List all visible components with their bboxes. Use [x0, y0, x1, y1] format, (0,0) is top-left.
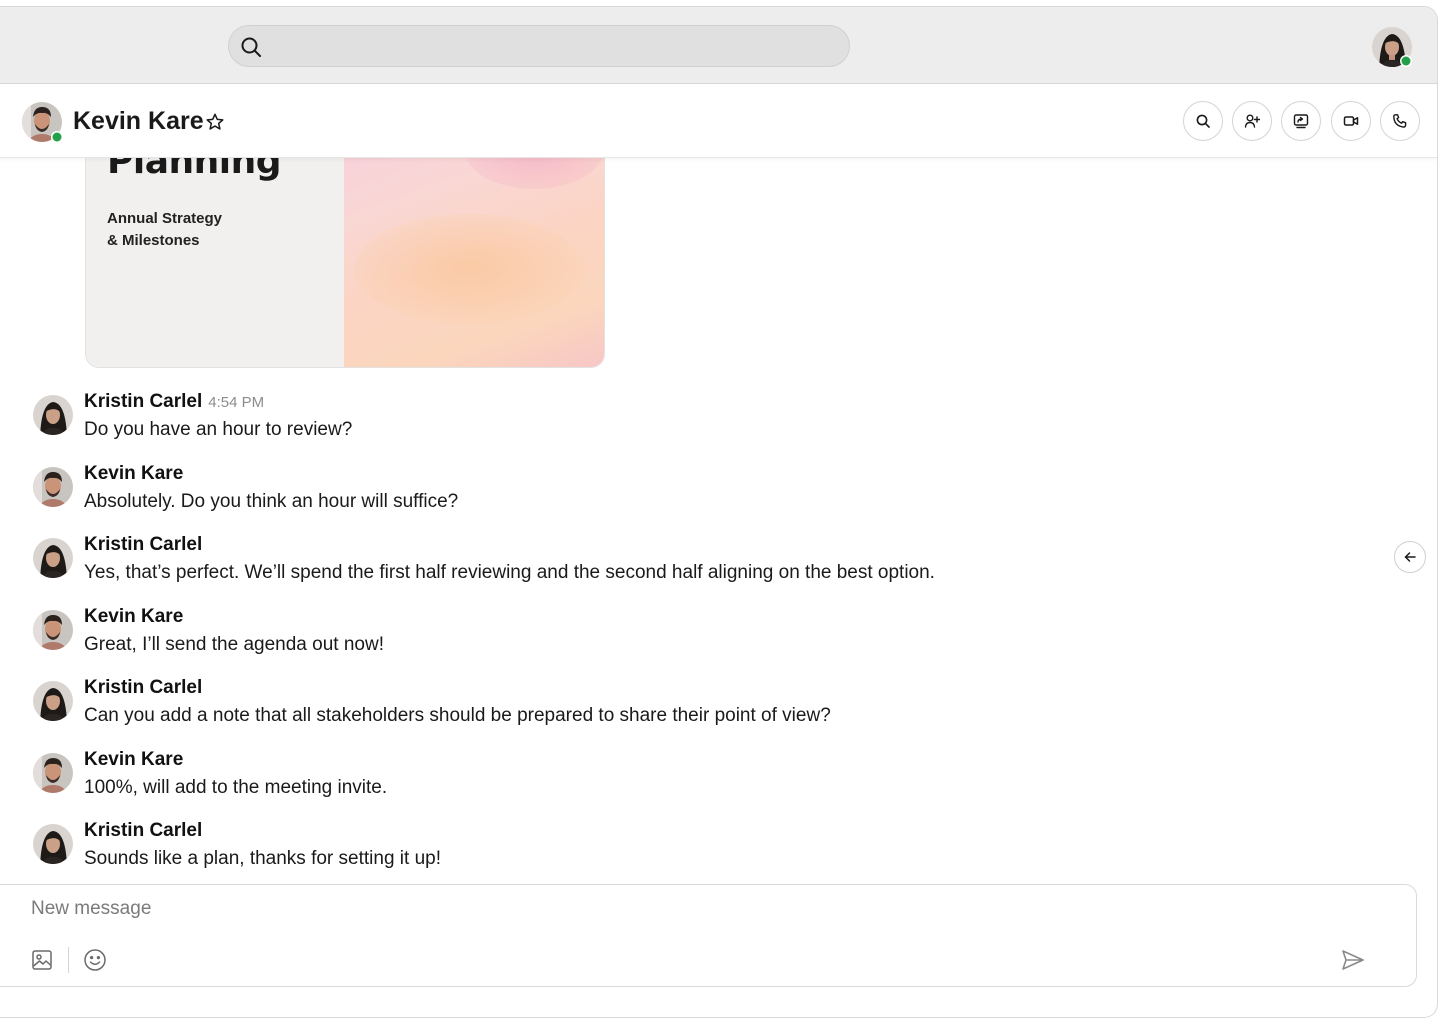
shared-file-card[interactable]: Planning Annual Strategy & Milestones — [85, 158, 605, 368]
message-text: Do you have an hour to review? — [84, 419, 353, 440]
message-list[interactable]: Planning Annual Strategy & Milestones Kr… — [0, 158, 1437, 883]
card-title: Planning — [107, 158, 282, 182]
card-text-panel: Planning Annual Strategy & Milestones — [86, 158, 344, 367]
star-icon[interactable] — [205, 112, 225, 132]
message-composer — [0, 884, 1417, 987]
card-subtitle-line2: & Milestones — [107, 232, 200, 249]
message-text: 100%, will add to the meeting invite. — [84, 777, 388, 798]
search-icon — [1196, 114, 1210, 128]
share-screen-icon — [1293, 114, 1309, 129]
card-cover-image — [344, 158, 604, 367]
person-plus-icon — [1244, 114, 1260, 128]
sender-name: Kristin Carlel — [84, 820, 203, 841]
image-attach-icon[interactable] — [31, 949, 53, 971]
message-item[interactable]: Kevin Kare Great, I’ll send the agenda o… — [0, 606, 1300, 666]
message-item[interactable]: Kristin Carlel Yes, that’s perfect. We’l… — [0, 534, 1300, 594]
message-text: Yes, that’s perfect. We’ll spend the fir… — [84, 562, 935, 583]
online-status-dot — [52, 132, 62, 142]
message-item[interactable]: Kristin Carlel Sounds like a plan, thank… — [0, 820, 1300, 880]
sender-avatar[interactable] — [32, 537, 74, 579]
message-item[interactable]: Kristin Carlel Can you add a note that a… — [0, 677, 1300, 737]
sender-avatar[interactable] — [32, 752, 74, 794]
sender-avatar[interactable] — [32, 609, 74, 651]
sender-avatar[interactable] — [32, 394, 74, 436]
sender-name: Kristin Carlel — [84, 534, 203, 555]
contact-avatar[interactable] — [21, 101, 63, 143]
chat-window: Kevin Kare Planning Annual Strategy & Mi… — [0, 6, 1438, 1018]
contact-name[interactable]: Kevin Kare — [73, 107, 204, 136]
message-text: Absolutely. Do you think an hour will su… — [84, 491, 459, 512]
video-call-button[interactable] — [1331, 101, 1371, 141]
message-text: Can you add a note that all stakeholders… — [84, 705, 831, 726]
global-search-bar[interactable] — [228, 25, 850, 67]
global-search-input[interactable] — [273, 26, 833, 66]
add-people-button[interactable] — [1232, 101, 1272, 141]
message-text: Great, I’ll send the agenda out now! — [84, 634, 384, 655]
message-item[interactable]: Kevin Kare Absolutely. Do you think an h… — [0, 463, 1300, 523]
sender-name: Kristin Carlel — [84, 677, 203, 698]
current-user-avatar[interactable] — [1371, 26, 1413, 68]
search-icon — [241, 37, 261, 57]
video-camera-icon — [1343, 116, 1359, 126]
search-in-chat-button[interactable] — [1183, 101, 1223, 141]
new-message-input[interactable] — [31, 898, 1331, 928]
card-subtitle: Annual Strategy & Milestones — [107, 208, 307, 252]
online-status-dot — [1401, 56, 1411, 66]
sender-name: Kevin Kare — [84, 606, 184, 627]
emoji-icon[interactable] — [83, 948, 107, 972]
phone-icon — [1393, 114, 1407, 128]
message-item[interactable]: Kristin Carlel 4:54 PM Do you have an hou… — [0, 391, 1300, 451]
message-item[interactable]: Kevin Kare 100%, will add to the meeting… — [0, 749, 1300, 809]
sender-avatar[interactable] — [32, 823, 74, 865]
top-bar — [0, 7, 1437, 84]
arrow-left-icon — [1404, 552, 1416, 562]
open-side-panel-button[interactable] — [1394, 541, 1426, 573]
composer-divider — [68, 947, 69, 973]
conversation-header: Kevin Kare — [0, 84, 1437, 158]
message-timestamp: 4:54 PM — [208, 394, 265, 411]
sender-avatar[interactable] — [32, 680, 74, 722]
sender-name: Kristin Carlel 4:54 PM — [84, 391, 265, 412]
share-screen-button[interactable] — [1281, 101, 1321, 141]
card-subtitle-line1: Annual Strategy — [107, 210, 223, 227]
send-icon[interactable] — [1341, 949, 1365, 971]
message-text: Sounds like a plan, thanks for setting i… — [84, 848, 441, 869]
sender-name: Kevin Kare — [84, 749, 184, 770]
sender-name: Kevin Kare — [84, 463, 184, 484]
sender-avatar[interactable] — [32, 466, 74, 508]
audio-call-button[interactable] — [1380, 101, 1420, 141]
